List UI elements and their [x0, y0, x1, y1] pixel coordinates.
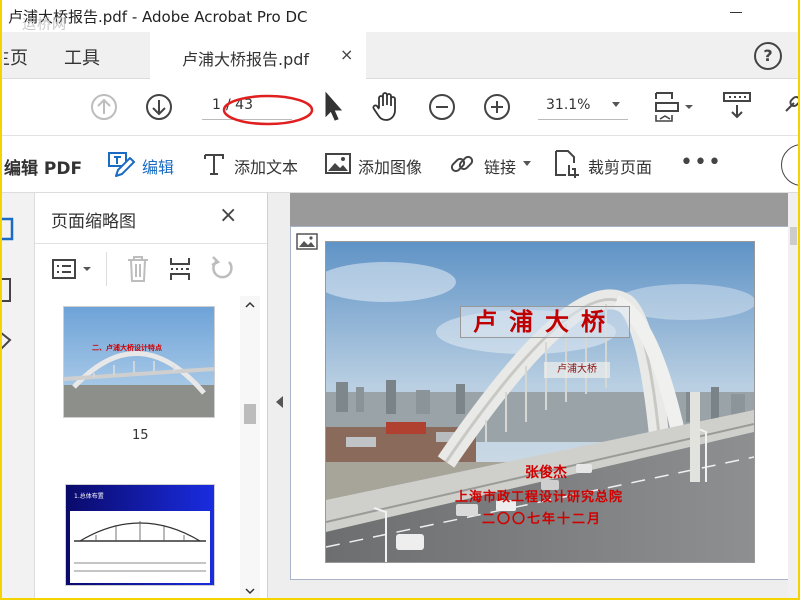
zoom-out-icon[interactable]	[428, 93, 456, 121]
toolbar-divider	[106, 252, 107, 286]
add-image-icon[interactable]	[324, 151, 352, 177]
scroll-up-icon[interactable]	[244, 300, 256, 310]
link-chevron-down-icon[interactable]	[523, 161, 531, 166]
zoom-in-icon[interactable]	[483, 93, 511, 121]
close-tab-icon[interactable]: ×	[340, 45, 353, 64]
document-scroll-thumb[interactable]	[790, 227, 797, 245]
more-options-icon[interactable]: •••	[680, 150, 722, 175]
edit-icon[interactable]	[106, 150, 136, 180]
crop-page-button[interactable]: 裁剪页面	[588, 154, 652, 178]
left-navigation-strip	[2, 193, 35, 598]
scroll-down-icon[interactable]	[244, 586, 256, 596]
edit-pdf-title: 编辑 PDF	[4, 159, 83, 179]
red-annotation-ellipse	[222, 94, 314, 126]
attachments-icon[interactable]	[2, 328, 16, 354]
panel-toolbar	[35, 243, 267, 297]
thumbnail-15-image	[63, 307, 215, 417]
slide-subtitle: 卢浦大桥	[544, 362, 610, 378]
document-top-gutter	[290, 193, 788, 226]
thumbnail-list: 二、卢浦大桥设计特点 15 1.总体布置	[35, 296, 267, 598]
tab-document[interactable]: 卢浦大桥报告.pdf ×	[150, 32, 366, 79]
tab-bar: 主页 工具 卢浦大桥报告.pdf × ?	[2, 32, 798, 79]
slide-date: 二〇〇七年十二月	[481, 512, 602, 527]
fit-page-icon[interactable]	[652, 89, 698, 125]
zoom-dropdown[interactable]: 31.1%	[538, 93, 628, 120]
watermark: 运桥网	[22, 17, 67, 33]
document-view: 卢浦大桥 卢浦大桥 张俊杰 上海市政工程设计研究总院 二〇〇七年十二月	[268, 193, 798, 598]
chain-link-icon[interactable]	[448, 150, 476, 178]
add-image-button[interactable]: 添加图像	[358, 154, 422, 178]
image-object-icon[interactable]	[296, 233, 318, 251]
document-scrollbar[interactable]	[788, 193, 798, 598]
thumbnail-scroll-thumb[interactable]	[244, 404, 256, 424]
acrobat-window: 卢浦大桥报告.pdf - Adobe Acrobat Pro DC 运桥网 主页…	[2, 0, 798, 598]
minimize-icon[interactable]	[729, 4, 743, 18]
page-thumbnails-panel: 页面缩略图 × 二、卢浦大桥设计特点 15 1.总体布置	[35, 193, 268, 598]
thumbnail-page-16[interactable]: 1.总体布置	[65, 484, 215, 586]
next-page-icon[interactable]	[145, 93, 173, 121]
pdf-page: 卢浦大桥 卢浦大桥 张俊杰 上海市政工程设计研究总院 二〇〇七年十二月	[290, 226, 790, 580]
select-cursor-icon[interactable]	[320, 90, 344, 122]
hand-tool-icon[interactable]	[370, 90, 402, 122]
slide-title: 卢浦大桥	[460, 306, 630, 338]
thumbnail-16-image	[66, 485, 214, 585]
close-edit-circle[interactable]	[781, 144, 798, 186]
title-bar: 卢浦大桥报告.pdf - Adobe Acrobat Pro DC 运桥网	[2, 0, 798, 33]
crop-page-icon[interactable]	[552, 149, 580, 179]
close-panel-icon[interactable]: ×	[219, 203, 237, 228]
add-text-button[interactable]: 添加文本	[234, 154, 298, 178]
thumbnail-15-caption: 二、卢浦大桥设计特点	[92, 343, 162, 352]
thumbnail-scrollbar[interactable]	[240, 296, 260, 598]
thumbnail-options-icon[interactable]	[51, 258, 95, 282]
link-button[interactable]: 链接	[484, 154, 516, 178]
scroll-mode-icon[interactable]	[722, 91, 752, 123]
page-thumbnails-icon[interactable]	[2, 215, 16, 245]
edit-toolbar: 编辑 PDF 编辑 添加文本 添加图像 链接 裁剪页面 •••	[2, 136, 798, 193]
collapse-panel-icon[interactable]	[276, 396, 283, 408]
chevron-down-icon	[612, 102, 620, 107]
add-text-icon[interactable]	[202, 151, 226, 177]
tab-home[interactable]: 主页	[4, 44, 28, 70]
help-icon[interactable]: ?	[754, 42, 782, 70]
delete-page-icon[interactable]	[125, 254, 151, 284]
slide-organization: 上海市政工程设计研究总院	[454, 490, 623, 505]
previous-page-icon[interactable]	[90, 93, 118, 121]
bookmarks-icon[interactable]	[2, 275, 16, 305]
slide-author: 张俊杰	[525, 465, 567, 481]
tab-document-label: 卢浦大桥报告.pdf	[182, 50, 310, 69]
edit-button[interactable]: 编辑	[142, 154, 174, 178]
cover-slide: 卢浦大桥 卢浦大桥 张俊杰 上海市政工程设计研究总院 二〇〇七年十二月	[325, 241, 755, 563]
panel-title: 页面缩略图	[51, 212, 136, 232]
zoom-value: 31.1%	[546, 97, 591, 113]
tab-tools[interactable]: 工具	[64, 44, 100, 70]
insert-page-icon[interactable]	[167, 254, 193, 284]
navigation-toolbar: 1 / 43 31.1%	[2, 79, 798, 136]
thumbnail-16-caption: 1.总体布置	[74, 493, 104, 500]
link-icon[interactable]	[782, 95, 798, 119]
thumbnail-page-15[interactable]: 二、卢浦大桥设计特点	[63, 306, 215, 418]
thumbnail-page-label: 15	[132, 428, 149, 443]
rotate-page-icon[interactable]	[209, 254, 237, 282]
